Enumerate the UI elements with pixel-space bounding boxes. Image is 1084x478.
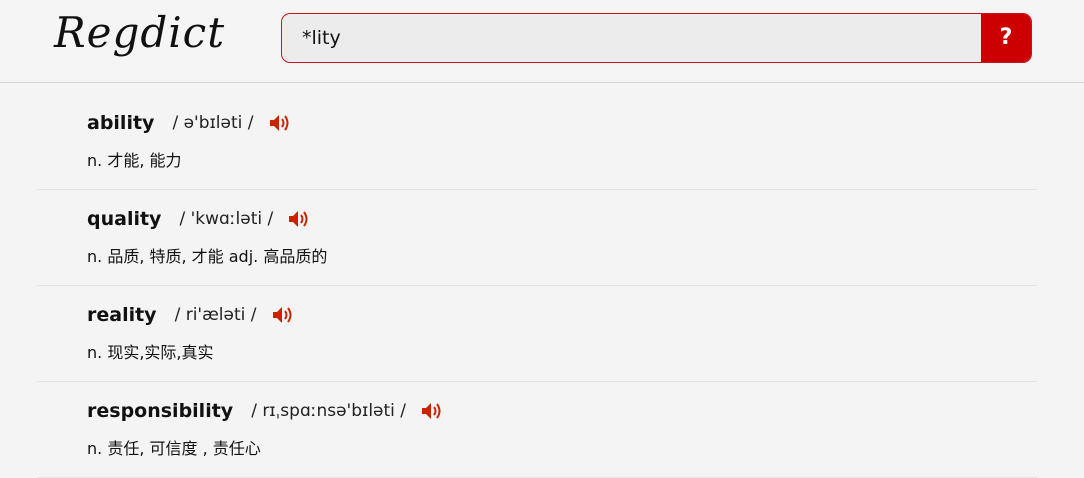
- entry-phonetic: / ri'æləti /: [174, 305, 257, 325]
- entry-header: responsibility / rɪˌspɑːnsə'bɪləti /: [87, 400, 444, 422]
- entry-word: quality: [87, 208, 162, 230]
- search-input[interactable]: [282, 14, 980, 62]
- list-item: responsibility / rɪˌspɑːnsə'bɪləti / n. …: [37, 382, 1037, 478]
- search-button[interactable]: ?: [981, 14, 1031, 62]
- speaker-icon[interactable]: [420, 401, 444, 421]
- entry-definition: n. 现实,实际,真实: [87, 343, 214, 362]
- entry-phonetic: / rɪˌspɑːnsə'bɪləti /: [251, 401, 407, 421]
- entry-definition: n. 品质, 特质, 才能 adj. 高品质的: [87, 247, 328, 266]
- list-item: reality / ri'æləti / n. 现实,实际,真实: [37, 286, 1037, 382]
- list-item: quality / 'kwɑːləti / n. 品质, 特质, 才能 adj.…: [37, 190, 1037, 286]
- entry-definition: n. 责任, 可信度 , 责任心: [87, 439, 261, 458]
- list-item: ability / ə'bɪləti / n. 才能, 能力: [37, 94, 1037, 190]
- entry-header: ability / ə'bɪləti /: [87, 112, 292, 134]
- entry-phonetic: / ə'bɪləti /: [172, 113, 254, 133]
- speaker-icon[interactable]: [271, 305, 295, 325]
- speaker-icon[interactable]: [287, 209, 311, 229]
- search-box: ?: [281, 13, 1032, 63]
- site-logo[interactable]: Regdict: [54, 8, 225, 57]
- entry-word: responsibility: [87, 400, 234, 422]
- results-list: ability / ə'bɪləti / n. 才能, 能力 quality /…: [37, 94, 1037, 478]
- top-bar: Regdict ?: [0, 0, 1084, 83]
- entry-phonetic: / 'kwɑːləti /: [179, 209, 274, 229]
- entry-word: ability: [87, 112, 155, 134]
- entry-header: reality / ri'æləti /: [87, 304, 295, 326]
- entry-word: reality: [87, 304, 157, 326]
- entry-definition: n. 才能, 能力: [87, 151, 182, 170]
- speaker-icon[interactable]: [268, 113, 292, 133]
- entry-header: quality / 'kwɑːləti /: [87, 208, 311, 230]
